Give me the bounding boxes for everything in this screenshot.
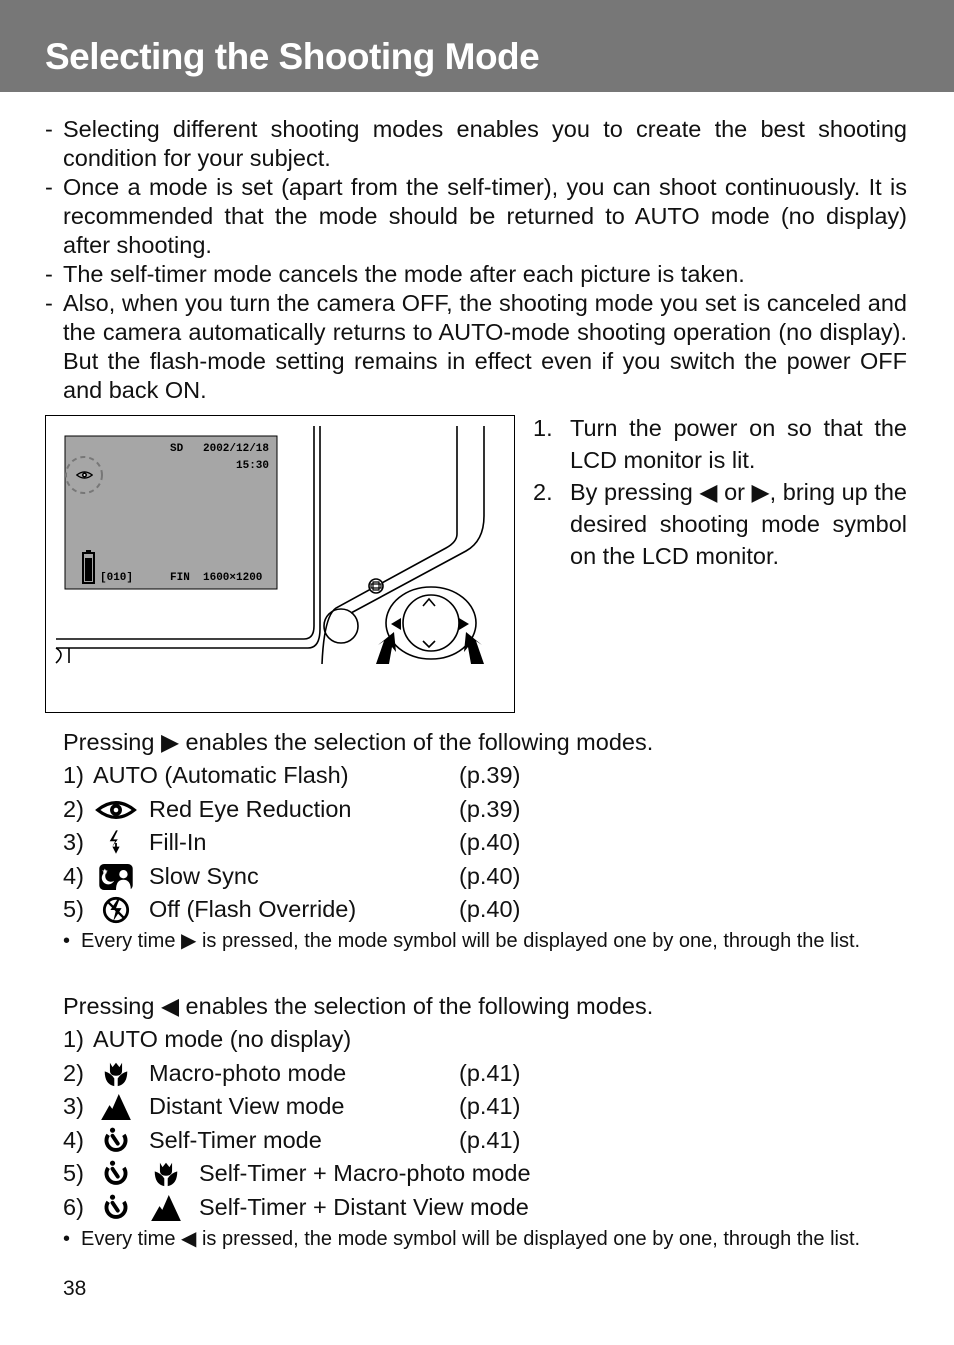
section-lead: Pressing ◀ enables the selection of the …	[63, 993, 654, 1019]
pointer-arrow-left	[376, 632, 396, 664]
mode-row: 6) Self-Timer + Distant View mode	[63, 1193, 529, 1221]
lcd-counter: [010]	[100, 572, 133, 584]
step-item: 2. By pressing ◀ or ▶, bring up the desir…	[533, 479, 907, 569]
right-press-section: Pressing ▶ enables the selection of the …	[63, 726, 913, 955]
self-timer-icon	[95, 1195, 137, 1221]
mountain-icon	[145, 1195, 187, 1221]
left-press-section: Pressing ◀ enables the selection of the …	[63, 990, 913, 1253]
lcd-screen	[64, 435, 278, 590]
slow-sync-icon	[95, 864, 137, 890]
mode-row: 2) Macro-photo mode (p.41)	[63, 1059, 521, 1087]
steps-list: 1. Turn the power on so that the LCD moni…	[533, 412, 907, 572]
section-lead: Pressing ▶ enables the selection of the …	[63, 729, 654, 755]
lcd-quality: FIN	[170, 572, 190, 584]
intro-item: - Selecting different shooting modes enab…	[45, 116, 907, 171]
lcd-date: 2002/12/18	[203, 443, 269, 455]
mode-row: 2) Red Eye Reduction (p.39)	[63, 795, 521, 823]
mode-row: 5) Off (Flash Override) (p.40)	[63, 896, 521, 923]
page-number: 38	[63, 1277, 87, 1300]
self-timer-icon	[95, 1128, 137, 1154]
pointer-arrow-right	[464, 632, 484, 664]
mode-row: 3) Distant View mode (p.41)	[63, 1093, 521, 1120]
step-item: 1. Turn the power on so that the LCD moni…	[533, 415, 907, 473]
page-title: Selecting the Shooting Mode	[45, 36, 540, 77]
left-button-arrow	[391, 618, 401, 630]
self-timer-icon	[95, 1161, 137, 1187]
page-header: Selecting the Shooting Mode	[0, 0, 954, 92]
screw-icon	[368, 578, 384, 594]
macro-icon	[145, 1161, 187, 1187]
mode-row: 5) Self-Timer + Macro-photo mode	[63, 1160, 531, 1187]
mountain-icon	[95, 1094, 137, 1120]
camera-illustration: SD 2002/12/18 15:30 [010] FIN 1600×1200	[45, 415, 515, 713]
mode-row: 4) Slow Sync (p.40)	[63, 862, 521, 890]
section-note: • Every time ◀ is pressed, the mode symbo…	[63, 1227, 861, 1250]
lcd-media: SD	[170, 443, 184, 455]
intro-list: - Selecting different shooting modes enab…	[45, 115, 907, 405]
camera-back-drawing: SD 2002/12/18 15:30 [010] FIN 1600×1200	[55, 426, 485, 665]
intro-item: - Once a mode is set (apart from the self…	[45, 174, 907, 258]
macro-icon	[95, 1061, 137, 1087]
right-button-arrow	[459, 618, 469, 630]
intro-item: - The self-timer mode cancels the mode af…	[45, 261, 745, 287]
mode-row: 1) AUTO (Automatic Flash) (p.39)	[63, 762, 521, 788]
section-note: • Every time ▶ is pressed, the mode symbo…	[63, 929, 861, 952]
mode-row: 3) Fill-In (p.40)	[63, 829, 521, 856]
intro-item: - Also, when you turn the camera OFF, the…	[45, 290, 907, 403]
mode-row: 4) Self-Timer mode (p.41)	[63, 1126, 521, 1154]
lcd-resolution: 1600×1200	[203, 572, 262, 584]
red-eye-icon	[95, 797, 137, 823]
flash-off-icon	[95, 897, 137, 923]
fill-flash-icon	[95, 830, 137, 856]
lcd-time: 15:30	[236, 460, 269, 472]
mode-row: 1) AUTO mode (no display)	[63, 1026, 352, 1052]
